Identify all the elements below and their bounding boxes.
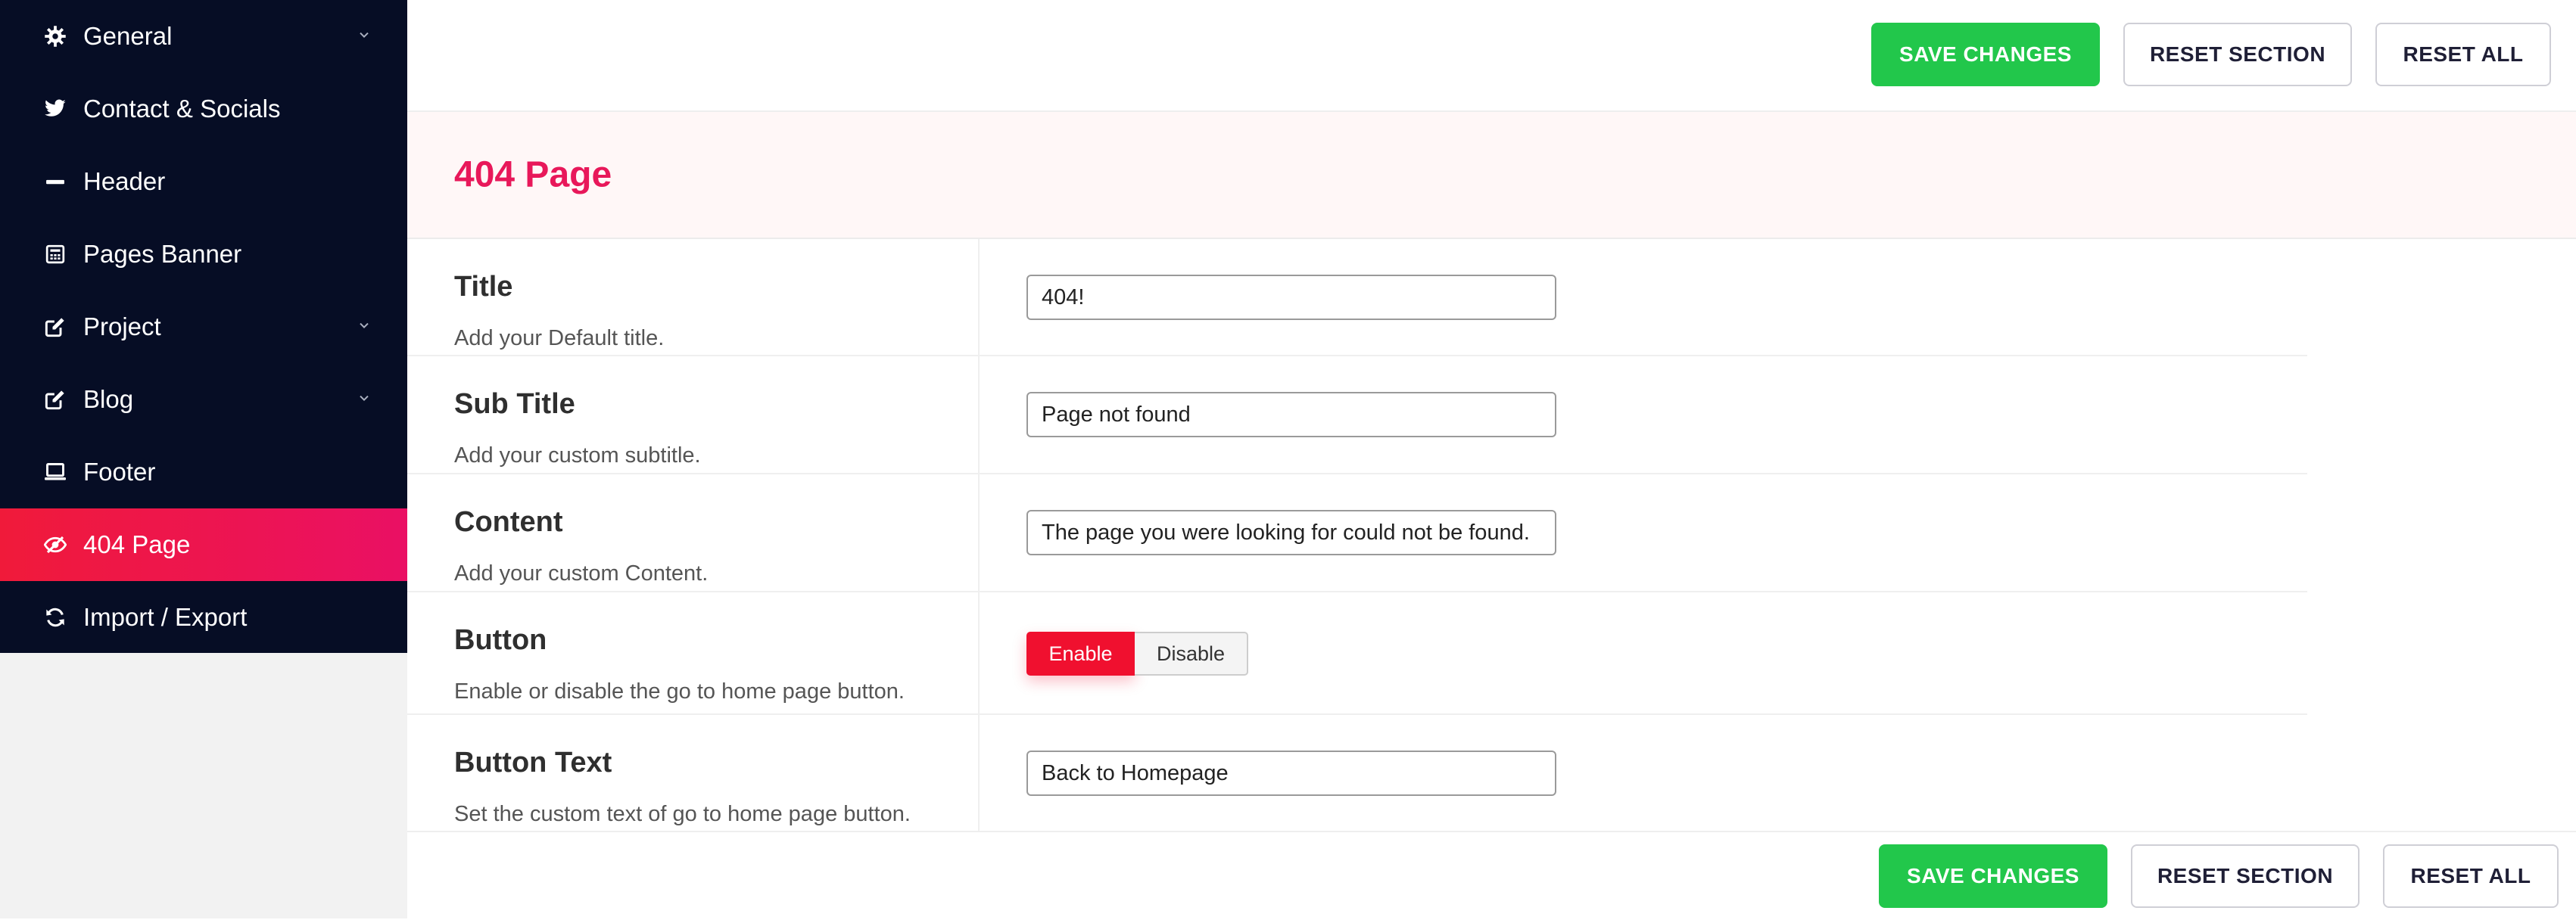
button-text-input[interactable] (1026, 751, 1556, 796)
reset-all-button[interactable]: RESET ALL (2375, 23, 2551, 86)
field-row-button: Button Enable or disable the go to home … (407, 592, 2307, 715)
chevron-down-icon (360, 395, 369, 402)
sidebar-item-contact-socials[interactable]: Contact & Socials (0, 73, 407, 145)
field-row-subtitle: Sub Title Add your custom subtitle. (407, 356, 2307, 474)
edit-icon (42, 313, 69, 340)
top-toolbar: SAVE CHANGES RESET SECTION RESET ALL (407, 0, 2576, 112)
save-changes-button[interactable]: SAVE CHANGES (1871, 23, 2100, 86)
sidebar-item-label: Project (83, 312, 161, 340)
reset-section-button[interactable]: RESET SECTION (2123, 23, 2352, 86)
field-label: Content (454, 506, 563, 538)
chevron-down-icon (360, 32, 369, 39)
field-description: Add your Default title. (454, 326, 665, 350)
settings-form: Title Add your Default title. Sub Title … (407, 239, 2576, 831)
subtitle-input[interactable] (1026, 392, 1556, 437)
sidebar-item-label: Footer (83, 458, 156, 486)
section-header: 404 Page (407, 112, 2576, 239)
sidebar-item-label: Pages Banner (83, 240, 242, 268)
twitter-icon (42, 95, 69, 123)
chevron-down-icon (360, 322, 369, 329)
field-label: Sub Title (454, 388, 575, 420)
sidebar-item-general[interactable]: General (0, 0, 407, 73)
sidebar-item-404-page[interactable]: 404 Page (0, 508, 407, 581)
field-row-button-text: Button Text Set the custom text of go to… (407, 715, 2307, 831)
sidebar-item-footer[interactable]: Footer (0, 436, 407, 508)
sidebar-item-import-export[interactable]: Import / Export (0, 581, 407, 654)
field-description: Add your custom subtitle. (454, 443, 701, 468)
page-title: 404 Page (454, 154, 612, 195)
minus-icon (42, 168, 69, 195)
content-input[interactable] (1026, 510, 1556, 555)
sidebar-item-pages-banner[interactable]: Pages Banner (0, 218, 407, 291)
sidebar-item-label: Contact & Socials (83, 95, 281, 123)
field-label: Button (454, 624, 547, 656)
bottom-toolbar: SAVE CHANGES RESET SECTION RESET ALL (407, 831, 2576, 920)
field-label: Title (454, 271, 513, 303)
field-row-title: Title Add your Default title. (407, 239, 2307, 356)
refresh-icon (42, 604, 69, 631)
eye-slash-icon (42, 531, 69, 558)
field-description: Set the custom text of go to home page b… (454, 802, 911, 826)
sidebar-item-label: Blog (83, 385, 134, 413)
disable-toggle[interactable]: Disable (1135, 632, 1248, 676)
sidebar-nav: General Contact & Socials Header Pages B… (0, 0, 407, 653)
sidebar-item-label: 404 Page (83, 530, 191, 558)
save-changes-button[interactable]: SAVE CHANGES (1879, 844, 2107, 908)
field-description: Add your custom Content. (454, 561, 709, 586)
reset-section-button[interactable]: RESET SECTION (2131, 844, 2360, 908)
sidebar-item-project[interactable]: Project (0, 291, 407, 363)
reset-all-button[interactable]: RESET ALL (2383, 844, 2559, 908)
sidebar-item-label: Import / Export (83, 603, 248, 631)
edit-icon (42, 386, 69, 413)
title-input[interactable] (1026, 275, 1556, 320)
sidebar-item-label: Header (83, 167, 166, 195)
gear-icon (42, 23, 69, 50)
laptop-icon (42, 458, 69, 486)
field-label: Button Text (454, 747, 612, 779)
sidebar-item-blog[interactable]: Blog (0, 363, 407, 436)
sidebar: General Contact & Socials Header Pages B… (0, 0, 407, 918)
button-toggle: Enable Disable (1026, 632, 1248, 676)
calculator-icon (42, 241, 69, 268)
sidebar-item-header[interactable]: Header (0, 145, 407, 218)
field-description: Enable or disable the go to home page bu… (454, 679, 905, 704)
enable-toggle[interactable]: Enable (1026, 632, 1135, 676)
field-row-content: Content Add your custom Content. (407, 474, 2307, 592)
sidebar-item-label: General (83, 22, 173, 50)
